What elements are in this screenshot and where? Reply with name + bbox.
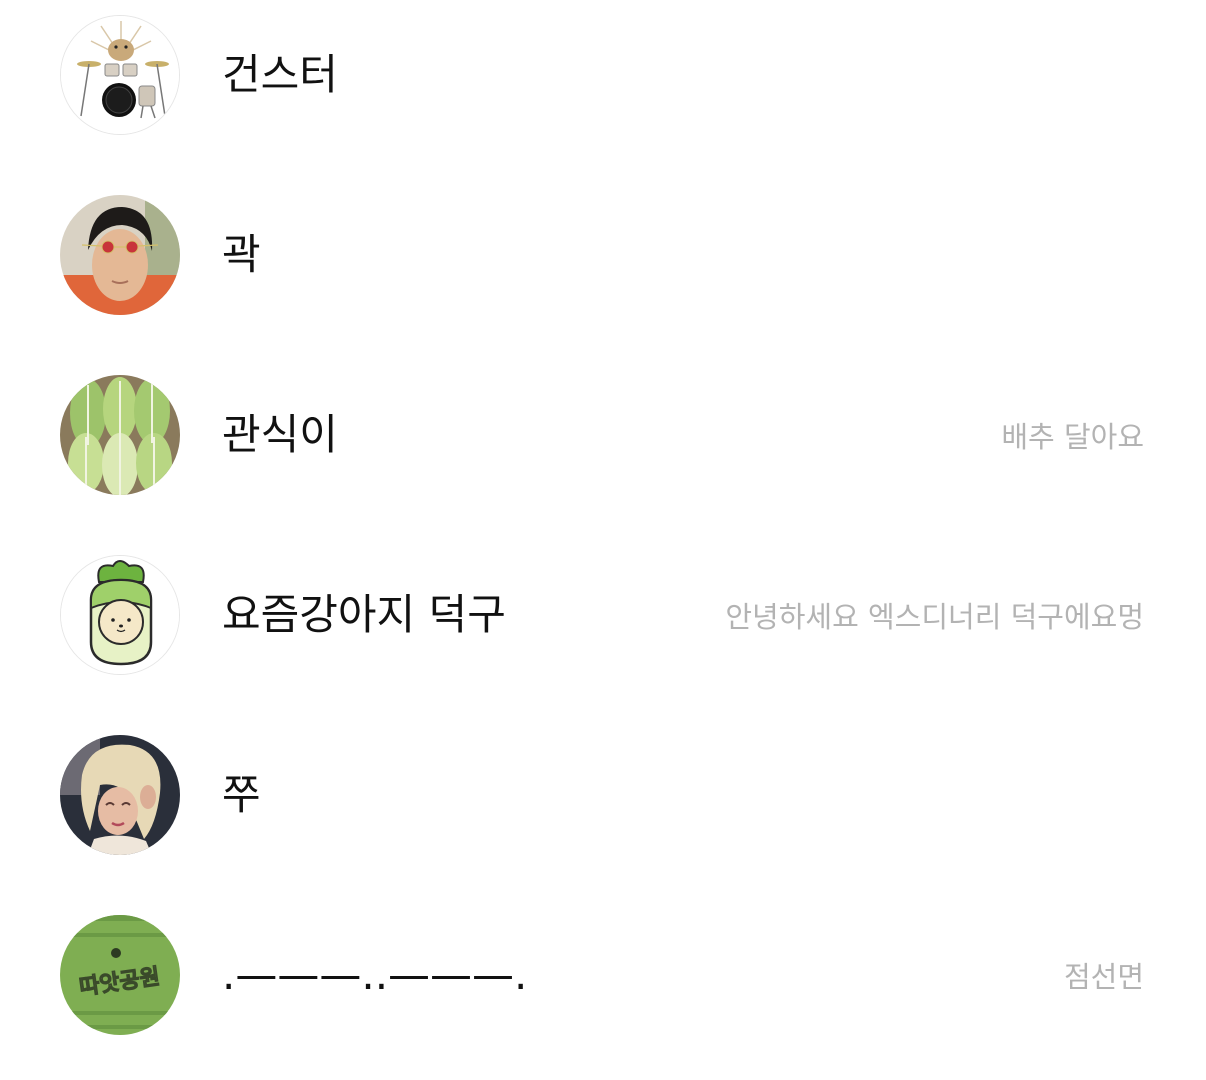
friend-row[interactable]: 따앗공원 .———..———. 점선면 [0, 900, 1206, 1080]
status-message: 안녕하세요 엑스디너리 덕구에요멍 [725, 600, 1144, 634]
friend-row[interactable]: 관식이 배추 달아요 [0, 360, 1206, 540]
blonde-person-icon[interactable] [60, 735, 180, 855]
friend-row[interactable]: 곽 [0, 180, 1206, 360]
drum-kit-icon[interactable] [60, 15, 180, 135]
friend-list: 건스터 곽 관식이 배추 달아요 요즘강아지 덕구 안녕하세요 엑스디너리 덕구… [0, 0, 1206, 1067]
person-selfie-icon[interactable] [60, 195, 180, 315]
radish-character-icon[interactable] [60, 555, 180, 675]
friend-row[interactable]: 요즘강아지 덕구 안녕하세요 엑스디너리 덕구에요멍 [0, 540, 1206, 720]
status-message: 배추 달아요 [1001, 420, 1144, 454]
napa-cabbage-icon[interactable] [60, 375, 180, 495]
friend-name: 요즘강아지 덕구 [222, 590, 506, 639]
friend-row[interactable]: 쭈 [0, 720, 1206, 900]
friend-name: 건스터 [222, 50, 338, 99]
friend-row[interactable]: 건스터 [0, 0, 1206, 180]
friend-name: 관식이 [222, 410, 338, 459]
friend-name: .———..———. [222, 950, 528, 999]
park-sign-icon[interactable]: 따앗공원 [60, 915, 180, 1035]
friend-name: 쭈 [222, 770, 261, 819]
status-message: 점선면 [1063, 960, 1144, 994]
friend-name: 곽 [222, 230, 261, 279]
